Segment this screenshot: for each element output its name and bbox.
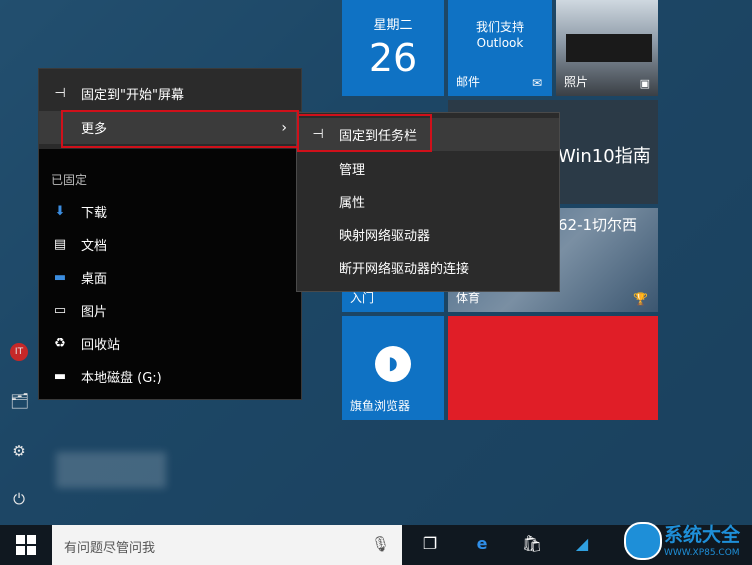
mail-line2: Outlook [476,36,524,50]
photos-label: 照片 [564,75,589,89]
windows-logo-icon [16,535,36,555]
highlight-more [61,110,299,148]
pinned-item-documents[interactable]: ▤ 文档 [39,228,301,261]
desktop-icon: ▬ [53,270,67,285]
power-icon[interactable]: ⏻ [10,490,28,508]
download-icon: ⬇ [54,204,66,219]
browser-label: 旗鱼浏览器 [350,399,411,413]
start-button[interactable] [16,535,36,555]
photos-tile[interactable]: 照片 ▣ [556,0,658,96]
settings-icon[interactable]: ⚙ [10,442,28,460]
browser-tile[interactable]: ◗ 旗鱼浏览器 [342,316,444,420]
submenu-item-label: 属性 [339,196,366,211]
pinned-item-label: 图片 [81,305,108,320]
pinned-item-downloads[interactable]: ⬇ 下载 [39,195,301,228]
properties-item[interactable]: 属性 [297,185,559,218]
pinned-item-label: 本地磁盘 (G:) [81,371,162,386]
news-title: Win10指南 [558,146,651,167]
pin-icon: ⊣ [54,86,66,101]
submenu-item-label: 映射网络驱动器 [339,229,431,244]
pinned-item-desktop[interactable]: ▬ 桌面 [39,261,301,294]
map-network-drive-item[interactable]: 映射网络驱动器 [297,218,559,251]
mail-label: 邮件 [456,75,481,89]
pinned-item-label: 文档 [81,239,108,254]
mail-tile[interactable]: 我们支持 Outlook 邮件 ✉ [448,0,552,96]
browser-icon: ◗ [375,346,411,382]
red-tile[interactable] [448,316,658,420]
document-icon: ▤ [53,237,67,252]
watermark-url: WWW.XP85.COM [664,548,740,558]
drive-icon: ▬ [53,369,67,384]
watermark: 系统大全 WWW.XP85.COM [620,516,752,564]
file-explorer-icon[interactable]: 🗂 [10,392,29,410]
pinned-item-label: 回收站 [81,338,121,353]
manage-item[interactable]: 管理 [297,152,559,185]
calendar-day: 星期二 [373,18,413,33]
pinned-item-drive[interactable]: ▬ 本地磁盘 (G:) [39,360,301,393]
trophy-icon: 🏆 [633,292,648,306]
blurred-logo [56,452,166,488]
picture-icon: ▭ [53,303,67,318]
user-avatar-icon[interactable]: IT [10,343,28,361]
mail-icon: ✉ [531,76,542,90]
submenu-item-label: 断开网络驱动器的连接 [339,262,470,277]
pinned-item-pictures[interactable]: ▭ 图片 [39,294,301,327]
watermark-logo-icon [624,522,662,560]
photo-image [566,34,652,62]
search-placeholder: 有问题尽管问我 [64,541,156,556]
pin-to-start-item[interactable]: ⊣ 固定到"开始"屏幕 [39,77,301,110]
start-left-rail: IT 🗂 ⚙ ⏻ [0,330,38,525]
calendar-date: 26 [368,36,418,80]
pinned-item-recycle-bin[interactable]: ♻ 回收站 [39,327,301,360]
task-view-icon[interactable]: ❐ [418,534,442,553]
highlight-pin-taskbar [297,114,432,152]
microphone-icon[interactable]: 🎙 [371,535,390,553]
pinned-header: 已固定 [51,173,88,187]
search-box[interactable]: 有问题尽管问我 🎙 [52,525,402,565]
sports-headline: 62-1切尔西 [558,216,638,234]
calendar-tile[interactable]: 星期二 26 [342,0,444,96]
pin-to-start-label: 固定到"开始"屏幕 [81,88,184,103]
pinned-item-label: 下载 [81,206,108,221]
mail-line1: 我们支持 [475,20,524,34]
photos-icon: ▣ [639,77,650,90]
edge-icon[interactable]: e [470,534,494,553]
recycle-bin-icon: ♻ [54,336,66,351]
app-icon[interactable]: ◢ [570,534,594,553]
watermark-text: 系统大全 [664,524,741,546]
submenu-item-label: 管理 [339,163,366,178]
pinned-item-label: 桌面 [81,272,108,287]
disconnect-network-drive-item[interactable]: 断开网络驱动器的连接 [297,251,559,284]
store-icon[interactable]: 🛍 [520,534,544,553]
